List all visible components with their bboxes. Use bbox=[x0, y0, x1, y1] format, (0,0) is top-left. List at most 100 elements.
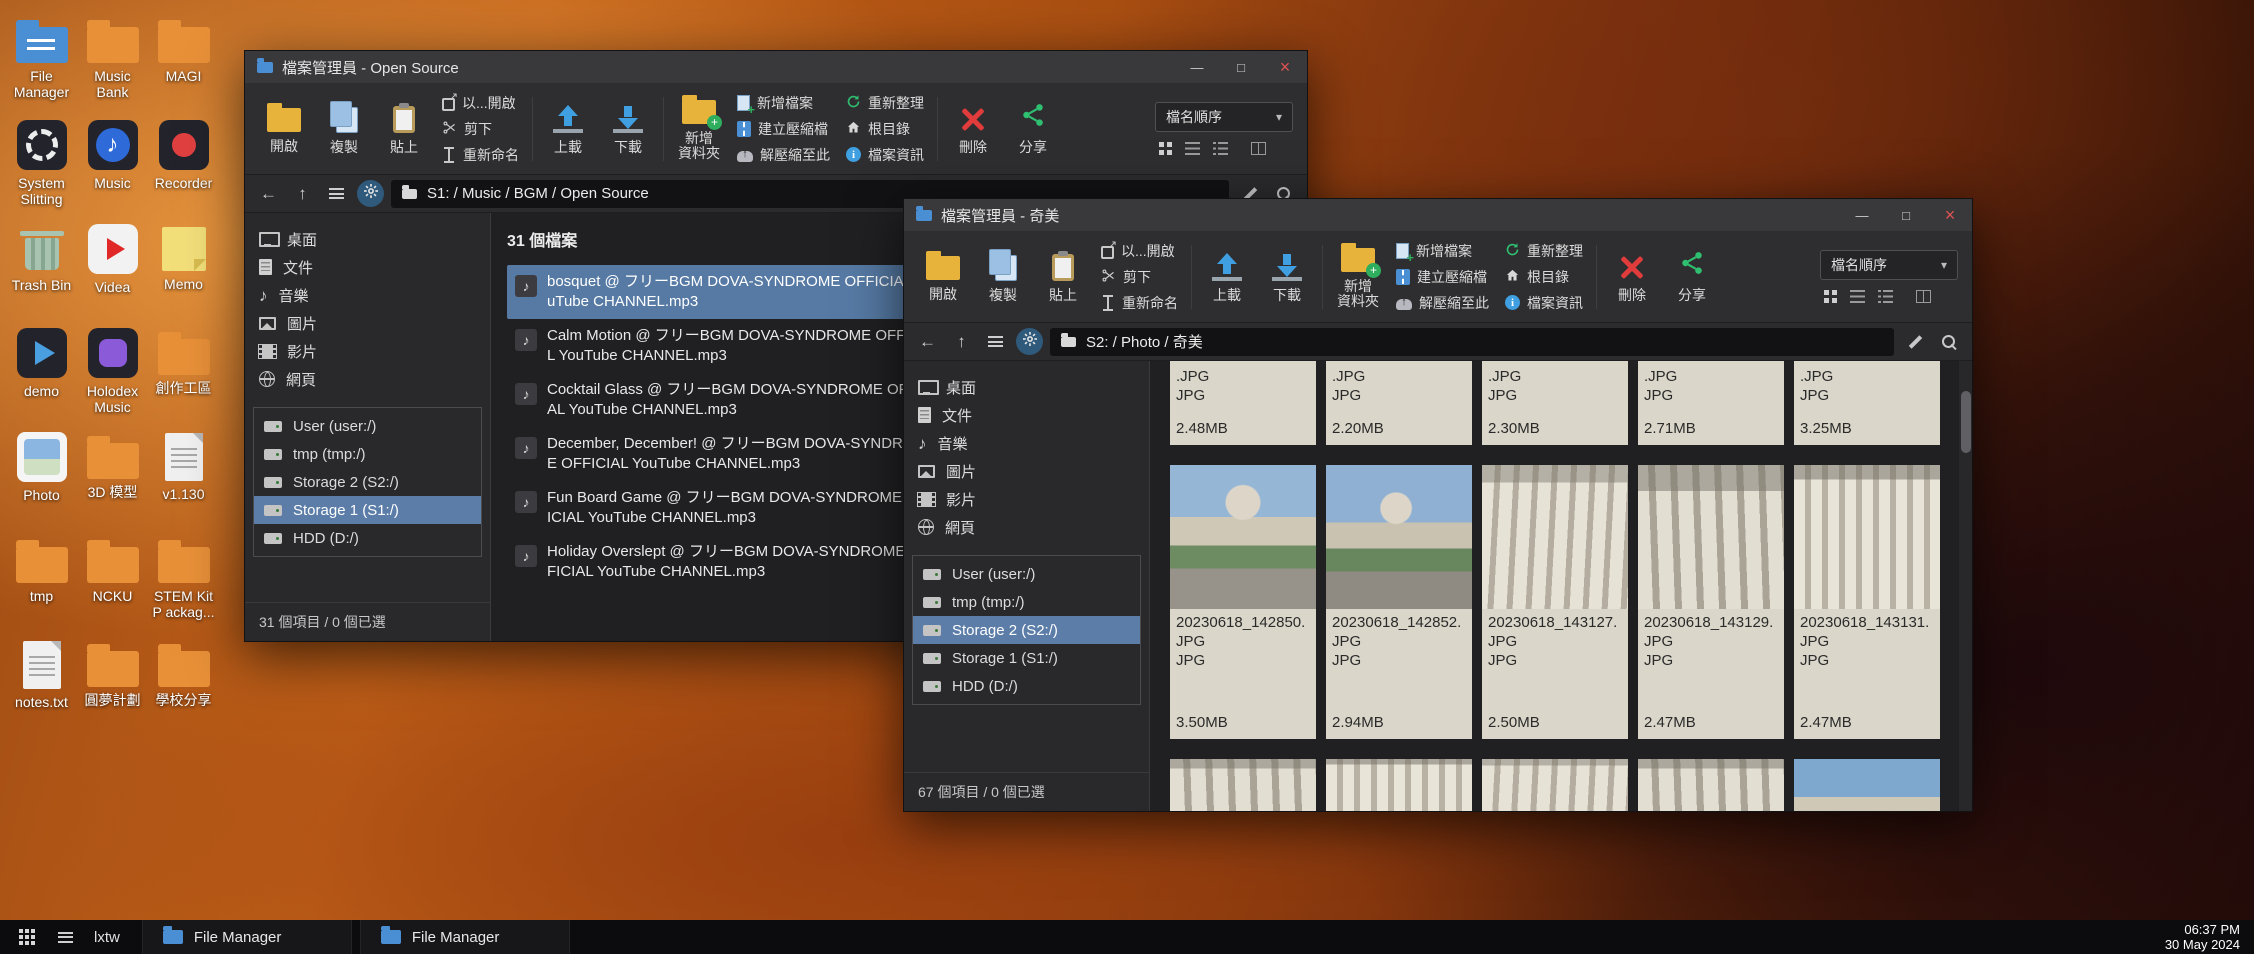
sidebar-item-music[interactable]: ♪音樂 bbox=[245, 281, 490, 309]
photo-item[interactable] bbox=[1326, 759, 1472, 811]
desktop-icon[interactable]: Photo bbox=[6, 430, 77, 534]
new-file-button[interactable]: 新增檔案 bbox=[1396, 240, 1489, 262]
photo-item[interactable]: 20230618_143129.JPG JPG 2.47MB bbox=[1638, 465, 1784, 739]
open-button[interactable]: 開啟 bbox=[255, 87, 313, 171]
photo-item[interactable] bbox=[1482, 759, 1628, 811]
refresh-button[interactable]: 重新整理 bbox=[846, 92, 924, 114]
up-button[interactable]: ↑ bbox=[289, 180, 316, 207]
desktop-icon[interactable]: System Slitting bbox=[6, 118, 77, 222]
photo-item[interactable] bbox=[1638, 759, 1784, 811]
sort-order-dropdown[interactable]: 檔名順序 ▾ bbox=[1155, 102, 1293, 132]
photo-item[interactable]: .JPG JPG 2.71MB bbox=[1638, 361, 1784, 445]
download-button[interactable]: 下載 bbox=[1258, 235, 1316, 319]
desktop-icon[interactable]: notes.txt bbox=[6, 638, 77, 742]
desktop-icon[interactable]: 3D 模型 bbox=[77, 430, 148, 534]
grid-view-icon[interactable] bbox=[1824, 290, 1837, 303]
photo-item[interactable]: 20230618_142852.JPG JPG 2.94MB bbox=[1326, 465, 1472, 739]
download-button[interactable]: 下載 bbox=[599, 87, 657, 171]
sidebar-item-web[interactable]: 網頁 bbox=[245, 365, 490, 393]
sort-order-dropdown[interactable]: 檔名順序 ▾ bbox=[1820, 250, 1958, 280]
open-with-button[interactable]: 以...開啟 bbox=[1101, 240, 1178, 262]
sidebar-item-pictures[interactable]: 圖片 bbox=[904, 457, 1149, 485]
list-view-icon[interactable] bbox=[1185, 142, 1200, 155]
file-item[interactable]: ♪ Holiday Overslept @ フリーBGM DOVA-SYNDRO… bbox=[507, 535, 945, 589]
upload-button[interactable]: 上載 bbox=[539, 87, 597, 171]
up-button[interactable]: ↑ bbox=[948, 328, 975, 355]
refresh-button[interactable]: 重新整理 bbox=[1505, 240, 1583, 262]
share-button[interactable]: 分享 bbox=[1663, 235, 1721, 319]
desktop-icon[interactable]: v1.130 bbox=[148, 430, 219, 534]
file-item[interactable]: ♪ December, December! @ フリーBGM DOVA-SYND… bbox=[507, 427, 945, 481]
close-button[interactable]: × bbox=[1263, 51, 1307, 83]
new-file-button[interactable]: 新增檔案 bbox=[737, 92, 830, 114]
copy-button[interactable]: 複製 bbox=[974, 235, 1032, 319]
search-button[interactable] bbox=[1935, 328, 1962, 355]
scrollbar[interactable] bbox=[1958, 361, 1972, 811]
edit-path-button[interactable] bbox=[1901, 328, 1928, 355]
root-dir-button[interactable]: 根目錄 bbox=[846, 118, 924, 140]
file-info-button[interactable]: 檔案資訊 bbox=[846, 144, 924, 166]
taskbar-app-file-manager[interactable]: File Manager bbox=[360, 920, 570, 954]
menu-button[interactable] bbox=[982, 328, 1009, 355]
desktop-icon[interactable]: tmp bbox=[6, 534, 77, 638]
sidebar-item-desktop[interactable]: 桌面 bbox=[904, 373, 1149, 401]
sidebar-item-tmp-drive[interactable]: tmp (tmp:/) bbox=[254, 440, 481, 468]
photo-item[interactable]: 20230618_143131.JPG JPG 2.47MB bbox=[1794, 465, 1940, 739]
open-with-button[interactable]: 以...開啟 bbox=[442, 92, 519, 114]
paste-button[interactable]: 貼上 bbox=[1034, 235, 1092, 319]
sidebar-item-pictures[interactable]: 圖片 bbox=[245, 309, 490, 337]
delete-button[interactable]: 刪除 bbox=[1603, 235, 1661, 319]
photo-item[interactable]: 20230618_143127.JPG JPG 2.50MB bbox=[1482, 465, 1628, 739]
titlebar[interactable]: 檔案管理員 - Open Source — □ × bbox=[245, 51, 1307, 83]
share-button[interactable]: 分享 bbox=[1004, 87, 1062, 171]
delete-button[interactable]: 刪除 bbox=[944, 87, 1002, 171]
create-archive-button[interactable]: 建立壓縮檔 bbox=[737, 118, 830, 140]
sidebar-item-videos[interactable]: 影片 bbox=[904, 485, 1149, 513]
sidebar-item-hdd-drive[interactable]: HDD (D:/) bbox=[913, 672, 1140, 700]
sidebar-item-storage2-drive[interactable]: Storage 2 (S2:/) bbox=[913, 616, 1140, 644]
sidebar-item-tmp-drive[interactable]: tmp (tmp:/) bbox=[913, 588, 1140, 616]
photo-item[interactable] bbox=[1170, 759, 1316, 811]
path-field[interactable]: S2: / Photo / 奇美 bbox=[1050, 328, 1894, 356]
desktop-icon[interactable]: 創作工區 bbox=[148, 326, 219, 430]
desktop-icon[interactable]: STEM Kit P ackag... bbox=[148, 534, 219, 638]
scrollbar-thumb[interactable] bbox=[1961, 391, 1971, 453]
minimize-button[interactable]: — bbox=[1175, 51, 1219, 83]
task-menu-button[interactable] bbox=[48, 920, 82, 954]
menu-button[interactable] bbox=[323, 180, 350, 207]
minimize-button[interactable]: — bbox=[1840, 199, 1884, 231]
photo-item[interactable]: .JPG JPG 2.30MB bbox=[1482, 361, 1628, 445]
paste-button[interactable]: 貼上 bbox=[375, 87, 433, 171]
close-button[interactable]: × bbox=[1928, 199, 1972, 231]
upload-button[interactable]: 上載 bbox=[1198, 235, 1256, 319]
desktop-icon[interactable]: NCKU bbox=[77, 534, 148, 638]
file-item[interactable]: ♪ Fun Board Game @ フリーBGM DOVA-SYNDROME … bbox=[507, 481, 945, 535]
titlebar[interactable]: 檔案管理員 - 奇美 — □ × bbox=[904, 199, 1972, 231]
sidebar-item-web[interactable]: 網頁 bbox=[904, 513, 1149, 541]
desktop-icon[interactable]: Recorder bbox=[148, 118, 219, 222]
sidebar-item-music[interactable]: ♪音樂 bbox=[904, 429, 1149, 457]
desktop-icon[interactable]: Trash Bin bbox=[6, 222, 77, 326]
desktop-icon[interactable]: Holodex Music bbox=[77, 326, 148, 430]
file-item[interactable]: ♪ Calm Motion @ フリーBGM DOVA-SYNDROME OFF… bbox=[507, 319, 945, 373]
cut-button[interactable]: 剪下 bbox=[442, 118, 519, 140]
desktop-icon[interactable]: Music Bank bbox=[77, 14, 148, 118]
sidebar-item-user-drive[interactable]: User (user:/) bbox=[254, 412, 481, 440]
sidebar-item-storage2-drive[interactable]: Storage 2 (S2:/) bbox=[254, 468, 481, 496]
extract-here-button[interactable]: 解壓縮至此 bbox=[1396, 292, 1489, 314]
cut-button[interactable]: 剪下 bbox=[1101, 266, 1178, 288]
sidebar-item-user-drive[interactable]: User (user:/) bbox=[913, 560, 1140, 588]
sidebar-item-hdd-drive[interactable]: HDD (D:/) bbox=[254, 524, 481, 552]
sidebar-item-videos[interactable]: 影片 bbox=[245, 337, 490, 365]
new-folder-button[interactable]: 新增 資料夾 bbox=[670, 87, 728, 171]
sidebar-item-storage1-drive[interactable]: Storage 1 (S1:/) bbox=[913, 644, 1140, 672]
grid-view-icon[interactable] bbox=[1159, 142, 1172, 155]
clock[interactable]: 06:37 PM 30 May 2024 bbox=[2165, 922, 2244, 952]
taskbar-app-file-manager[interactable]: File Manager bbox=[142, 920, 352, 954]
column-view-icon[interactable] bbox=[1916, 290, 1931, 303]
photo-item[interactable]: .JPG JPG 3.25MB bbox=[1794, 361, 1940, 445]
copy-button[interactable]: 複製 bbox=[315, 87, 373, 171]
desktop-icon[interactable]: Videa bbox=[77, 222, 148, 326]
sidebar-item-desktop[interactable]: 桌面 bbox=[245, 225, 490, 253]
detail-view-icon[interactable] bbox=[1878, 290, 1893, 303]
